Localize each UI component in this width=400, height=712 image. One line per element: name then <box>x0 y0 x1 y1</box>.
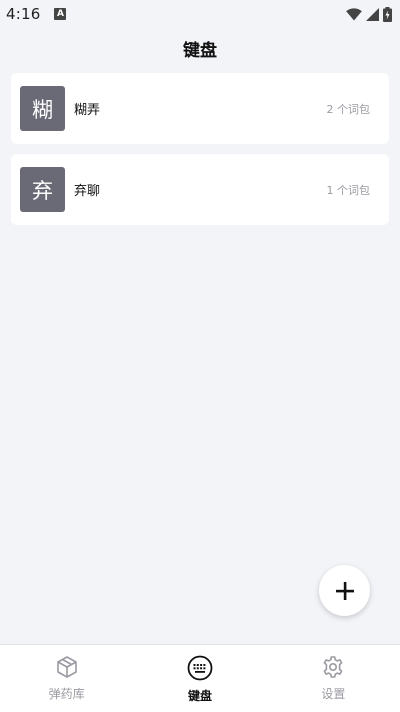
signal-icon <box>366 7 379 21</box>
keyboard-name: 弃聊 <box>74 184 101 199</box>
nav-label: 键盘 <box>187 689 212 703</box>
nav-item-keyboard[interactable]: 键盘 <box>133 645 266 712</box>
bottom-nav: 弹药库 键盘 设置 <box>0 644 400 712</box>
keyboard-name: 糊弄 <box>74 103 101 118</box>
keyboard-card[interactable]: 弃 弃聊 1 个词包 <box>11 154 389 225</box>
plus-icon <box>335 581 354 600</box>
nav-label: 设置 <box>321 687 346 701</box>
nav-item-ammo[interactable]: 弹药库 <box>0 645 133 712</box>
nav-item-settings[interactable]: 设置 <box>267 645 400 712</box>
keyboard-card[interactable]: 糊 糊弄 2 个词包 <box>11 73 389 144</box>
add-keyboard-button[interactable] <box>319 565 370 616</box>
keyboard-icon <box>187 655 213 681</box>
notification-icon: A <box>54 8 67 20</box>
status-indicators <box>346 6 392 22</box>
page-title: 键盘 <box>183 40 217 61</box>
keyboard-pack-count: 1 个词包 <box>326 183 371 197</box>
nav-label: 弹药库 <box>48 687 85 701</box>
wifi-icon <box>346 7 362 20</box>
keyboard-pack-count: 2 个词包 <box>326 102 371 116</box>
battery-icon <box>383 6 392 22</box>
status-time: 4:16 <box>6 5 41 23</box>
keyboard-avatar: 糊 <box>20 86 65 131</box>
gear-icon <box>323 656 343 678</box>
status-bar: 4:16 A <box>0 0 400 28</box>
cube-icon <box>56 656 77 678</box>
header: 键盘 <box>0 28 400 68</box>
keyboard-avatar: 弃 <box>20 167 65 212</box>
